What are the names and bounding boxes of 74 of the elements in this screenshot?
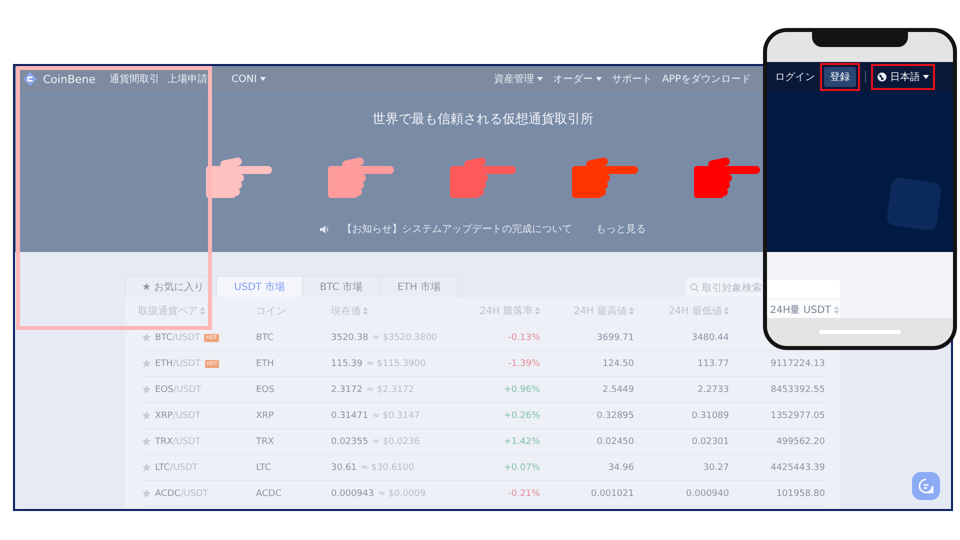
nav-link[interactable]: APPをダウンロード: [662, 72, 751, 86]
table-cell-text: 113.77: [696, 358, 729, 368]
decor-shape: [885, 178, 941, 230]
table-cell-text: +0.96%: [502, 384, 540, 394]
table-cell-text: ACDC: [256, 488, 282, 498]
table-cell-text: LTC: [256, 462, 272, 472]
table-cell-text: TRX: [256, 436, 275, 446]
market-tab[interactable]: USDT 市場: [216, 276, 303, 297]
price-text: 115.39: [331, 358, 362, 368]
table-cell-text: +1.42%: [502, 436, 540, 446]
table-cell-text: 0.001021: [590, 488, 634, 498]
table-cell-text: 101958.80: [775, 488, 825, 498]
price-text: 2.3172: [331, 384, 362, 394]
chat-icon: [918, 478, 934, 494]
table-cell-text: 2.5449: [602, 384, 634, 394]
table-cell-text: -1.39%: [507, 358, 540, 368]
brand-name[interactable]: CoinBene: [43, 72, 96, 86]
nav-link[interactable]: 通貨間取引: [110, 72, 160, 86]
globe-icon: [877, 72, 887, 82]
table-cell-text: XRP: [256, 410, 275, 420]
star-icon[interactable]: [142, 359, 151, 368]
table-cell-text: 124.50: [602, 358, 634, 368]
price-text: 3520.38: [331, 332, 368, 342]
register-button[interactable]: 登録: [824, 67, 856, 87]
star-icon[interactable]: [142, 411, 151, 420]
price-text: 30.61: [331, 462, 357, 472]
table-cell-text: +0.26%: [502, 410, 540, 420]
speaker-icon: [320, 224, 330, 234]
table-cell-text: 499562.20: [775, 436, 825, 446]
table-cell-text: 3699.71: [596, 332, 634, 342]
nav-link[interactable]: サポート: [612, 72, 652, 86]
star-icon[interactable]: [142, 385, 151, 394]
table-cell-text: 3480.44: [690, 332, 729, 342]
star-icon[interactable]: [142, 333, 151, 342]
market-tab[interactable]: ETH 市場: [379, 276, 458, 297]
nav-dropdown[interactable]: 資産管理: [494, 72, 544, 86]
table-cell-text: BTC: [256, 332, 274, 342]
more-link[interactable]: もっと見る: [596, 222, 646, 236]
table-cell-text: -0.21%: [507, 488, 540, 498]
nav-link[interactable]: 上場申請: [168, 72, 208, 86]
table-cell-text: 0.000940: [685, 488, 729, 498]
nav-dropdown[interactable]: オーダー: [553, 72, 602, 86]
login-link[interactable]: ログイン: [775, 70, 815, 84]
table-cell-text: 30.27: [702, 462, 729, 472]
star-icon[interactable]: [142, 463, 151, 472]
table-cell-text: 9117224.13: [770, 358, 825, 368]
chat-button[interactable]: [912, 472, 940, 500]
logo-icon: [23, 72, 37, 86]
price-text: 0.000943: [331, 488, 374, 498]
table-cell-text: +0.07%: [502, 462, 540, 472]
search-field[interactable]: 取引対象検索: [686, 278, 762, 297]
notice-link[interactable]: 【お知らせ】システムアップデートの完成について: [342, 222, 572, 236]
table-cell-text: 2.2733: [696, 384, 729, 394]
hero-title: 世界で最も信頼される仮想通貨取引所: [372, 111, 594, 128]
table-cell-text: 4425443.39: [770, 462, 825, 472]
price-text: 0.31471: [331, 410, 368, 420]
table-cell-text: 1352977.05: [770, 410, 825, 420]
table-cell-text: 0.02450: [596, 436, 634, 446]
table-cell-text: 0.02301: [690, 436, 729, 446]
table-cell-text: -0.13%: [507, 332, 540, 342]
column-header: 24H量 USDT: [770, 304, 831, 317]
table-cell-text: ETH: [256, 358, 275, 368]
language-dropdown[interactable]: 日本語: [875, 68, 931, 86]
caret-icon: [923, 75, 929, 79]
table-cell-text: 34.96: [607, 462, 634, 472]
star-icon[interactable]: [142, 489, 151, 498]
table-cell-text: 0.31089: [690, 410, 729, 420]
table-cell-text: EOS: [256, 384, 276, 394]
table-cell-text: 0.32895: [596, 410, 634, 420]
nav-dropdown[interactable]: CONI: [232, 74, 266, 84]
star-icon[interactable]: [142, 437, 151, 446]
price-text: 0.02355: [331, 436, 368, 446]
search-icon: [690, 283, 699, 292]
table-cell-text: 8453392.55: [770, 384, 825, 394]
